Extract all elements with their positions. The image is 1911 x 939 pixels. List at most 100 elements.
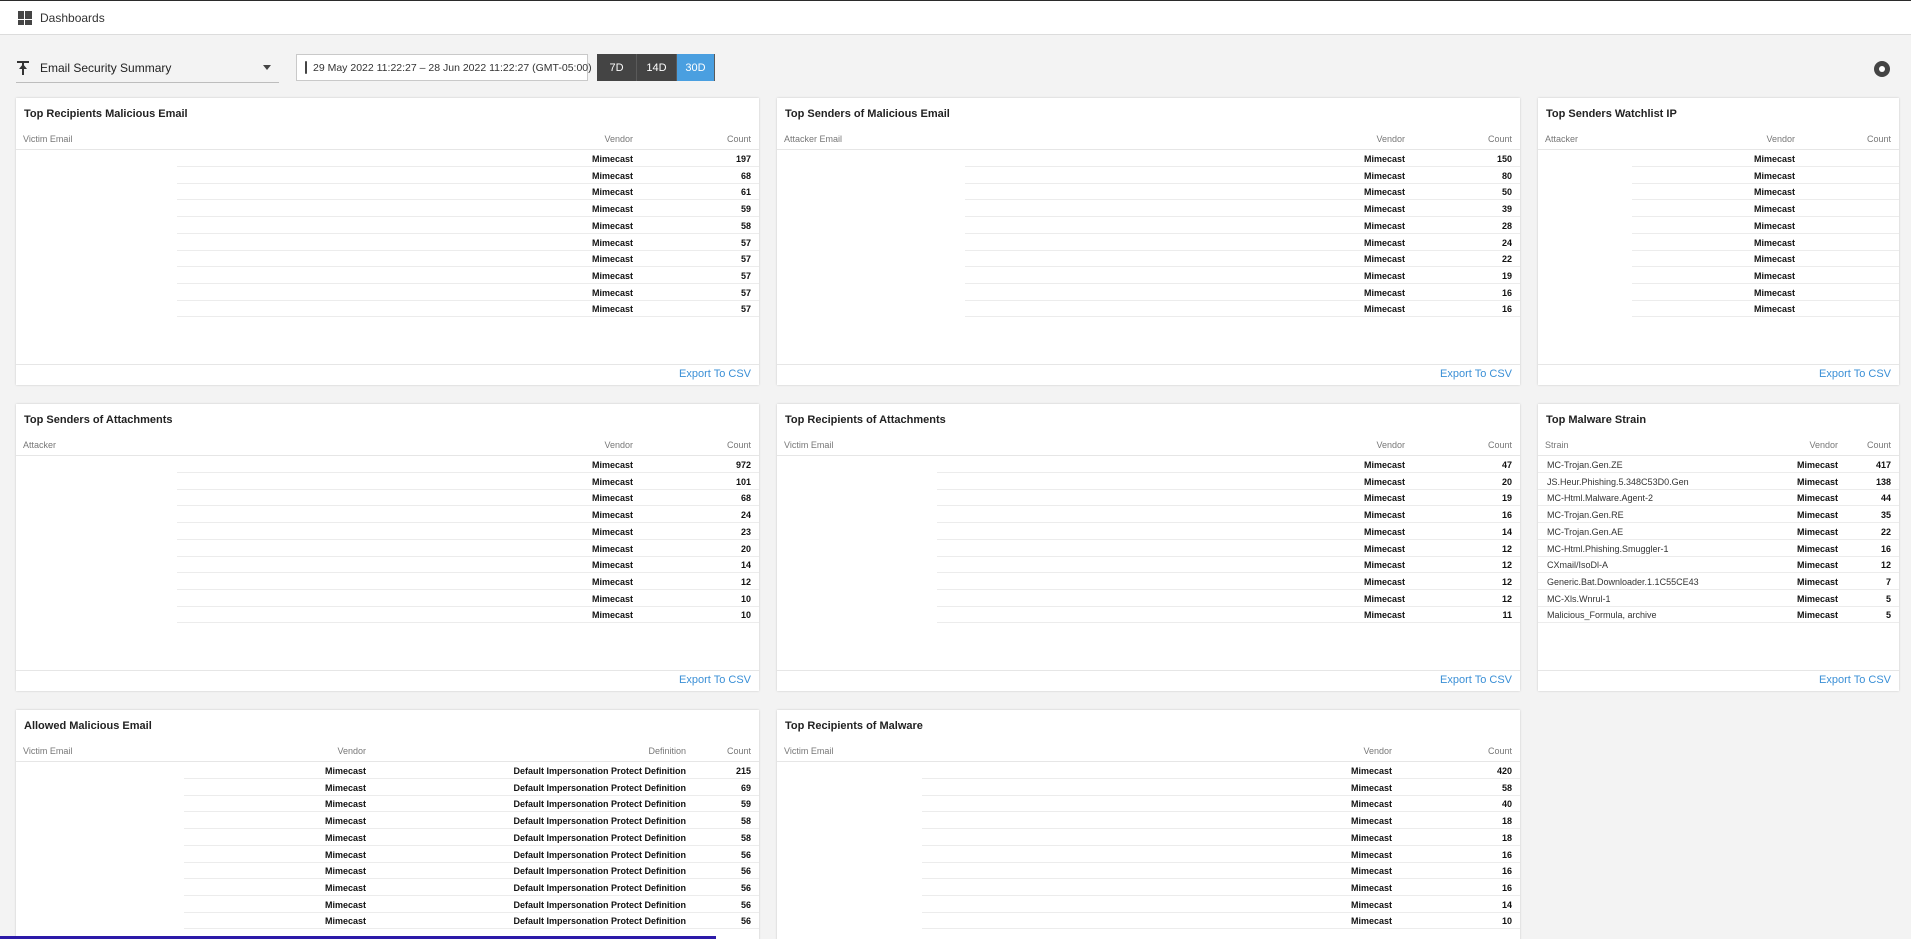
table-row[interactable]: Mimecast xyxy=(1538,235,1899,251)
column-header[interactable]: Attacker xyxy=(23,440,56,450)
export-csv-link[interactable]: Export To CSV xyxy=(1440,368,1512,380)
table-row[interactable]: Mimecast 16 xyxy=(777,847,1520,863)
table-row[interactable]: Mimecast 68 xyxy=(16,168,759,184)
table-row[interactable]: Mimecast 16 xyxy=(777,301,1520,318)
table-row[interactable]: Mimecast 19 xyxy=(777,268,1520,284)
table-row[interactable]: Mimecast 80 xyxy=(777,168,1520,184)
column-header[interactable]: Vendor xyxy=(337,746,366,756)
table-row[interactable]: Mimecast 57 xyxy=(16,251,759,268)
settings-icon[interactable] xyxy=(1874,61,1890,77)
export-csv-link[interactable]: Export To CSV xyxy=(679,674,751,686)
chevron-down-icon[interactable] xyxy=(263,65,271,70)
column-header[interactable]: Attacker xyxy=(1545,134,1578,144)
date-range-picker[interactable]: 29 May 2022 11:22:27 – 28 Jun 2022 11:22… xyxy=(296,54,592,81)
column-header[interactable]: Count xyxy=(1867,134,1891,144)
column-header[interactable]: Count xyxy=(727,134,751,144)
export-csv-link[interactable]: Export To CSV xyxy=(1819,368,1891,380)
column-header[interactable]: Vendor xyxy=(1363,746,1392,756)
table-row[interactable]: Mimecast 61 xyxy=(16,184,759,201)
table-row[interactable]: MC-Trojan.Gen.RE Mimecast 35 xyxy=(1538,507,1899,524)
table-row[interactable]: Mimecast 12 xyxy=(777,574,1520,590)
table-row[interactable]: MC-Html.Phishing.Smuggler-1 Mimecast 16 xyxy=(1538,541,1899,557)
range-7d-button[interactable]: 7D xyxy=(597,54,637,81)
table-row[interactable]: Mimecast Default Impersonation Protect De… xyxy=(16,897,759,913)
table-row[interactable]: Mimecast 58 xyxy=(777,780,1520,796)
table-row[interactable]: Mimecast Default Impersonation Protect De… xyxy=(16,813,759,830)
table-row[interactable]: Mimecast 16 xyxy=(777,880,1520,896)
table-row[interactable]: Mimecast 68 xyxy=(16,490,759,507)
table-row[interactable]: Mimecast 12 xyxy=(777,557,1520,574)
table-row[interactable]: Mimecast Default Impersonation Protect De… xyxy=(16,863,759,880)
column-header[interactable]: Attacker Email xyxy=(784,134,842,144)
table-row[interactable]: Mimecast 23 xyxy=(16,524,759,540)
table-row[interactable]: Mimecast Default Impersonation Protect De… xyxy=(16,913,759,930)
table-row[interactable]: Mimecast xyxy=(1538,218,1899,234)
range-14d-button[interactable]: 14D xyxy=(637,54,677,81)
column-header[interactable]: Count xyxy=(727,440,751,450)
table-row[interactable]: Mimecast 24 xyxy=(777,235,1520,251)
table-row[interactable]: Mimecast 972 xyxy=(16,457,759,473)
table-row[interactable]: MC-Html.Malware.Agent-2 Mimecast 44 xyxy=(1538,490,1899,507)
export-csv-link[interactable]: Export To CSV xyxy=(1819,674,1891,686)
table-row[interactable]: Mimecast xyxy=(1538,251,1899,268)
table-row[interactable]: Mimecast Default Impersonation Protect De… xyxy=(16,763,759,779)
column-header[interactable]: Victim Email xyxy=(23,134,72,144)
table-row[interactable]: Mimecast 12 xyxy=(777,541,1520,557)
table-row[interactable]: Mimecast 40 xyxy=(777,796,1520,813)
table-row[interactable]: Mimecast Default Impersonation Protect De… xyxy=(16,830,759,846)
column-header[interactable]: Strain xyxy=(1545,440,1569,450)
table-row[interactable]: Mimecast 57 xyxy=(16,235,759,251)
dashboards-icon[interactable] xyxy=(18,10,32,25)
table-row[interactable]: Mimecast 12 xyxy=(777,591,1520,607)
table-row[interactable]: Mimecast 18 xyxy=(777,813,1520,830)
table-row[interactable]: Malicious_Formula, archive Mimecast 5 xyxy=(1538,607,1899,624)
table-row[interactable]: Mimecast 14 xyxy=(777,524,1520,540)
table-row[interactable]: Mimecast xyxy=(1538,201,1899,218)
table-row[interactable]: Mimecast 10 xyxy=(16,591,759,607)
column-header[interactable]: Vendor xyxy=(1376,440,1405,450)
column-header[interactable]: Vendor xyxy=(1809,440,1838,450)
table-row[interactable]: Mimecast 58 xyxy=(16,218,759,234)
export-csv-link[interactable]: Export To CSV xyxy=(679,368,751,380)
table-row[interactable]: Mimecast Default Impersonation Protect De… xyxy=(16,780,759,796)
table-row[interactable]: Mimecast xyxy=(1538,285,1899,301)
column-header[interactable]: Count xyxy=(727,746,751,756)
table-row[interactable]: Mimecast 11 xyxy=(777,607,1520,624)
range-30d-button[interactable]: 30D xyxy=(677,54,715,81)
table-row[interactable]: Mimecast 57 xyxy=(16,285,759,301)
table-row[interactable]: Mimecast 197 xyxy=(16,151,759,167)
table-row[interactable]: Mimecast 16 xyxy=(777,285,1520,301)
column-header[interactable]: Victim Email xyxy=(784,746,833,756)
column-header[interactable]: Definition xyxy=(648,746,686,756)
table-row[interactable]: Mimecast xyxy=(1538,268,1899,284)
column-header[interactable]: Vendor xyxy=(604,440,633,450)
table-row[interactable]: MC-Trojan.Gen.ZE Mimecast 417 xyxy=(1538,457,1899,473)
dashboard-select[interactable]: Email Security Summary xyxy=(16,53,279,83)
table-row[interactable]: Mimecast 57 xyxy=(16,301,759,318)
table-row[interactable]: Mimecast 28 xyxy=(777,218,1520,234)
table-row[interactable]: Mimecast 22 xyxy=(777,251,1520,268)
column-header[interactable]: Count xyxy=(1488,440,1512,450)
table-row[interactable]: Mimecast 14 xyxy=(777,897,1520,913)
table-row[interactable]: CXmail/IsoDl-A Mimecast 12 xyxy=(1538,557,1899,574)
column-header[interactable]: Vendor xyxy=(604,134,633,144)
column-header[interactable]: Victim Email xyxy=(23,746,72,756)
table-row[interactable]: Mimecast 57 xyxy=(16,268,759,284)
table-row[interactable]: Mimecast 20 xyxy=(777,474,1520,490)
export-csv-link[interactable]: Export To CSV xyxy=(1440,674,1512,686)
table-row[interactable]: Mimecast 18 xyxy=(777,830,1520,846)
table-row[interactable]: MC-Xls.Wnrul-1 Mimecast 5 xyxy=(1538,591,1899,607)
table-row[interactable]: Mimecast 10 xyxy=(777,913,1520,930)
table-row[interactable]: Mimecast 47 xyxy=(777,457,1520,473)
table-row[interactable]: Mimecast xyxy=(1538,301,1899,318)
column-header[interactable]: Vendor xyxy=(1766,134,1795,144)
table-row[interactable]: MC-Trojan.Gen.AE Mimecast 22 xyxy=(1538,524,1899,540)
table-row[interactable]: Mimecast 39 xyxy=(777,201,1520,218)
table-row[interactable]: Mimecast 101 xyxy=(16,474,759,490)
table-row[interactable]: Mimecast 50 xyxy=(777,184,1520,201)
table-row[interactable]: Mimecast 19 xyxy=(777,490,1520,507)
table-row[interactable]: Mimecast Default Impersonation Protect De… xyxy=(16,796,759,813)
column-header[interactable]: Count xyxy=(1488,134,1512,144)
column-header[interactable]: Victim Email xyxy=(784,440,833,450)
table-row[interactable]: Mimecast 20 xyxy=(16,541,759,557)
